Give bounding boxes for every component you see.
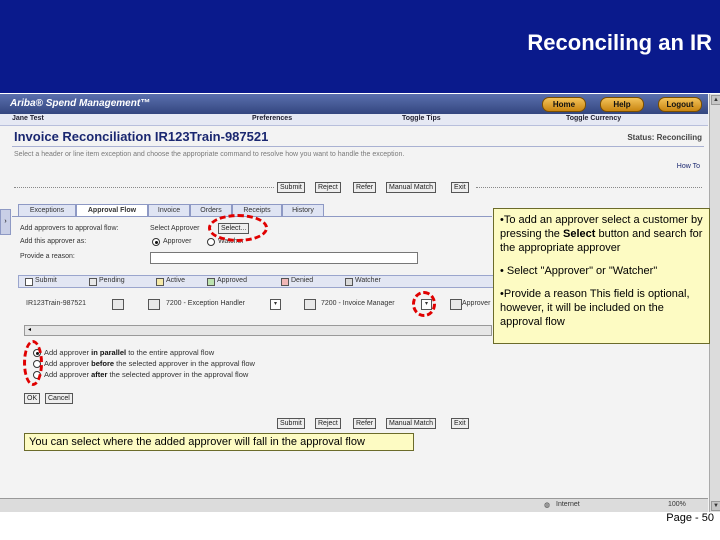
refer-button[interactable]: Refer [353,182,377,193]
flow-node-handler-box[interactable] [148,299,160,310]
collapse-handle[interactable]: › [0,209,11,235]
scroll-up-icon[interactable]: ▲ [711,95,720,105]
reason-input[interactable] [150,252,418,264]
callout-step-3: •Provide a reason This field is optional… [500,288,690,328]
tab-bar: Exceptions Approval Flow Invoice Orders … [18,204,338,217]
flow-node-manager[interactable]: 7200 - Invoice Manager [321,300,395,309]
denied-legend-swatch [281,278,289,286]
dropdown-highlight [412,291,436,317]
globe-icon: ◍ [544,502,551,509]
option-before: Add approver before the selected approve… [44,359,255,368]
callout-step-2: • Select "Approver" or "Watcher" [500,265,658,277]
flow-node-manager-box[interactable] [304,299,316,310]
bottom-manual-match-button[interactable]: Manual Match [386,418,436,429]
flow-node-ir[interactable]: IR123Train-987521 [26,300,86,309]
flow-node-approver[interactable]: Approver [462,300,490,309]
flow-node-ir-box[interactable] [112,299,124,310]
ok-button[interactable]: OK [24,393,41,404]
callout-step-1: •To add an approver select a customer by… [500,214,703,254]
handler-dropdown-icon[interactable]: ▾ [270,299,281,310]
bottom-submit-button[interactable]: Submit [277,418,305,429]
user-name: Jane Test [12,115,44,122]
submit-legend-swatch [25,278,33,286]
logout-button[interactable]: Logout [658,97,702,112]
app-topbar: Ariba® Spend Management™ Home Help Logou… [0,94,708,114]
page-number: Page - 50 [666,512,714,524]
how-to-link[interactable]: How To [677,163,700,170]
option-parallel: Add approver in parallel to the entire a… [44,348,215,357]
zoom-label[interactable]: 100% [668,501,686,508]
placement-options-highlight [23,340,43,386]
instruction-callout: •To add an approver select a customer by… [493,208,710,344]
approver-radio[interactable] [152,238,160,246]
flow-node-handler[interactable]: 7200 - Exception Handler [166,300,245,309]
submit-button[interactable]: Submit [277,182,305,193]
app-subbar: Jane Test Preferences Toggle Tips Toggle… [0,114,708,126]
slide-header: Reconciling an IR [0,0,720,93]
reason-label: Provide a reason: [20,253,75,260]
manual-match-button[interactable]: Manual Match [386,182,436,193]
bottom-note-callout: You can select where the added approver … [24,433,414,451]
legend-pending: Pending [99,277,125,284]
select-approver-label: Select Approver [150,225,200,232]
approved-legend-swatch [207,278,215,286]
legend-submit: Submit [35,277,57,284]
menu-toggle-currency[interactable]: Toggle Currency [566,115,621,122]
flow-scrollbar[interactable]: ◂ [24,325,492,336]
add-as-label: Add this approver as: [20,238,87,245]
slide-title: Reconciling an IR [527,30,712,55]
page-heading: Invoice Reconciliation IR123Train-987521 [14,129,269,144]
divider-right [476,187,702,188]
watcher-legend-swatch [345,278,353,286]
pending-legend-swatch [89,278,97,286]
divider-left [14,187,274,188]
bottom-refer-button[interactable]: Refer [353,418,377,429]
tab-history[interactable]: History [282,204,324,216]
bottom-exit-button[interactable]: Exit [451,418,469,429]
exit-button[interactable]: Exit [451,182,469,193]
reject-button[interactable]: Reject [315,182,341,193]
legend-denied: Denied [291,277,314,284]
watcher-radio[interactable] [207,238,215,246]
heading-divider [12,146,704,147]
tab-invoice[interactable]: Invoice [148,204,190,216]
menu-preferences[interactable]: Preferences [252,115,292,122]
scroll-down-icon[interactable]: ▼ [711,501,720,511]
tab-exceptions[interactable]: Exceptions [18,204,76,216]
home-button[interactable]: Home [542,97,586,112]
status-label: Status: Reconciling [627,133,702,142]
legend-approved: Approved [217,277,247,284]
menu-toggle-tips[interactable]: Toggle Tips [402,115,441,122]
select-button-highlight [208,214,268,242]
vertical-scrollbar[interactable]: ▲ ▼ [709,94,720,512]
legend-active: Active [166,277,186,284]
option-after: Add approver after the selected approver… [44,370,249,379]
instruction-text: Select a header or line item exception a… [14,151,405,158]
new-approver-checkbox[interactable] [450,299,462,310]
cancel-button[interactable]: Cancel [45,393,73,404]
scroll-left-icon[interactable]: ◂ [25,326,34,335]
app-brand: Ariba® Spend Management™ [10,98,151,109]
help-button[interactable]: Help [600,97,644,112]
add-approvers-label: Add approvers to approval flow: [20,225,119,232]
legend-watcher: Watcher [355,277,381,284]
internet-zone-label: Internet [556,501,580,508]
approver-option-label: Approver [163,238,192,245]
browser-statusbar: ◍ Internet 100% [0,498,708,512]
bottom-reject-button[interactable]: Reject [315,418,341,429]
active-legend-swatch [156,278,164,286]
flow-legend: Submit Pending Active Approved Denied Wa… [18,275,494,288]
